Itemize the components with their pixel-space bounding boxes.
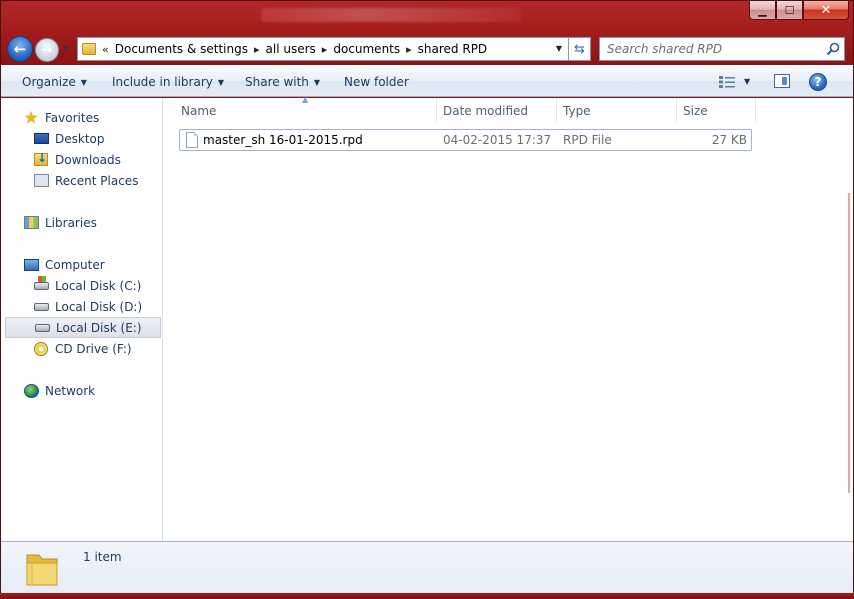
file-size: 27 KB — [711, 133, 747, 147]
dropdown-arrow-icon: ▼ — [313, 78, 321, 87]
title-bar[interactable]: ▁ ☐ ✕ — [1, 1, 854, 31]
breadcrumb-shared-rpd[interactable]: shared RPD — [418, 42, 488, 56]
navigation-pane: ★ Favorites Desktop Downloads Recent Plac… — [1, 98, 163, 541]
breadcrumb-documents[interactable]: documents — [333, 42, 400, 56]
breadcrumb-documents-settings[interactable]: Documents & settings — [115, 42, 248, 56]
libraries-icon — [23, 215, 39, 231]
sidebar-item-label: Local Disk (C:) — [55, 278, 142, 293]
refresh-icon: ⇆ — [574, 41, 585, 57]
computer-icon — [23, 257, 39, 273]
new-folder-button[interactable]: New folder — [344, 75, 409, 89]
sidebar-item-network[interactable]: Network — [1, 380, 163, 401]
content-area: ★ Favorites Desktop Downloads Recent Plac… — [1, 95, 853, 541]
file-name[interactable]: master_sh 16-01-2015.rpd — [203, 133, 363, 147]
forward-arrow-icon: → — [41, 42, 53, 58]
navigation-bar: ← → ▼ « Documents & settings ▸ all users… — [7, 33, 849, 65]
overflow-chevron-icon[interactable]: « — [102, 43, 109, 56]
sidebar-item-label: Libraries — [45, 215, 97, 230]
column-header-name[interactable]: Name ▲ — [164, 95, 437, 123]
hard-drive-icon — [33, 299, 49, 315]
back-arrow-icon: ← — [13, 40, 27, 58]
caption-buttons: ▁ ☐ ✕ — [749, 1, 849, 21]
address-bar[interactable]: « Documents & settings ▸ all users ▸ doc… — [77, 37, 569, 61]
view-options-dropdown-icon[interactable]: ▼ — [744, 77, 750, 86]
sidebar-item-local-disk-d[interactable]: Local Disk (D:) — [1, 296, 163, 317]
breadcrumb-separator-icon[interactable]: ▸ — [322, 43, 328, 56]
file-list: Name ▲ Date modified Type Size master_sh… — [164, 95, 841, 541]
column-header-size[interactable]: Size — [677, 98, 756, 123]
change-view-icon[interactable] — [719, 76, 735, 88]
breadcrumb-separator-icon[interactable]: ▸ — [254, 43, 260, 56]
share-with-button[interactable]: Share with ▼ — [245, 75, 320, 89]
sidebar-item-recent-places[interactable]: Recent Places — [1, 170, 163, 191]
column-header-type[interactable]: Type — [557, 98, 677, 123]
item-count: 1 item — [83, 550, 122, 564]
close-button[interactable]: ✕ — [803, 1, 849, 20]
search-box[interactable]: Search shared RPD — [599, 37, 845, 61]
column-header-date-modified[interactable]: Date modified — [437, 98, 557, 123]
sidebar-item-favorites[interactable]: ★ Favorites — [1, 107, 163, 128]
breadcrumb-all-users[interactable]: all users — [266, 42, 316, 56]
command-bar: Organize ▼ Include in library ▼ Share with… — [1, 65, 853, 97]
organize-button[interactable]: Organize ▼ — [22, 75, 87, 89]
sidebar-item-label: Computer — [45, 257, 105, 272]
help-icon[interactable]: ? — [809, 73, 827, 91]
minimize-button[interactable]: ▁ — [749, 1, 776, 20]
search-icon[interactable] — [826, 42, 840, 56]
file-icon — [186, 132, 198, 148]
hard-drive-icon — [34, 320, 50, 336]
back-button[interactable]: ← — [7, 36, 33, 62]
sidebar-item-label: Favorites — [45, 110, 100, 125]
cd-drive-icon — [33, 341, 49, 357]
system-drive-icon — [33, 275, 49, 294]
address-dropdown-icon[interactable]: ▼ — [556, 44, 562, 53]
preview-pane-icon[interactable] — [774, 74, 790, 88]
title-text-blurred — [261, 8, 521, 22]
window-edge — [841, 98, 853, 541]
file-type: RPD File — [563, 133, 612, 147]
sidebar-item-local-disk-e[interactable]: Local Disk (E:) — [5, 317, 161, 338]
dropdown-arrow-icon: ▼ — [80, 78, 87, 87]
window-bottom-border — [0, 593, 854, 599]
sidebar-item-label: CD Drive (F:) — [55, 341, 132, 356]
include-in-library-button[interactable]: Include in library ▼ — [112, 75, 224, 89]
table-row[interactable]: master_sh 16-01-2015.rpd 04-02-2015 17:3… — [179, 129, 752, 151]
details-pane: 1 item — [1, 541, 853, 593]
sidebar-item-label: Local Disk (E:) — [56, 320, 142, 335]
network-icon — [23, 383, 39, 399]
sidebar-item-label: Recent Places — [55, 173, 139, 188]
recent-pages-dropdown-icon[interactable]: ▼ — [63, 44, 69, 53]
breadcrumb-separator-icon[interactable]: ▸ — [406, 43, 412, 56]
refresh-button[interactable]: ⇆ — [569, 37, 591, 61]
sidebar-item-local-disk-c[interactable]: Local Disk (C:) — [1, 275, 163, 296]
sidebar-item-cd-drive[interactable]: CD Drive (F:) — [1, 338, 163, 359]
favorites-star-icon: ★ — [23, 108, 39, 127]
sidebar-item-libraries[interactable]: Libraries — [1, 212, 163, 233]
sidebar-item-label: Network — [45, 383, 96, 398]
sidebar-item-downloads[interactable]: Downloads — [1, 149, 163, 170]
file-date-modified: 04-02-2015 17:37 — [443, 133, 552, 147]
downloads-folder-icon — [33, 151, 49, 168]
sort-ascending-icon: ▲ — [302, 95, 309, 104]
dropdown-arrow-icon: ▼ — [217, 78, 225, 87]
desktop-icon — [33, 131, 49, 147]
folder-icon — [26, 554, 58, 586]
sidebar-item-computer[interactable]: Computer — [1, 254, 163, 275]
sidebar-item-label: Downloads — [55, 152, 121, 167]
forward-button[interactable]: → — [35, 38, 59, 62]
sidebar-item-label: Local Disk (D:) — [55, 299, 143, 314]
recent-places-icon — [33, 173, 49, 189]
sidebar-item-desktop[interactable]: Desktop — [1, 128, 163, 149]
maximize-button[interactable]: ☐ — [776, 1, 803, 20]
folder-icon — [82, 43, 96, 55]
search-input[interactable]: Search shared RPD — [607, 42, 722, 56]
sidebar-item-label: Desktop — [55, 131, 105, 146]
